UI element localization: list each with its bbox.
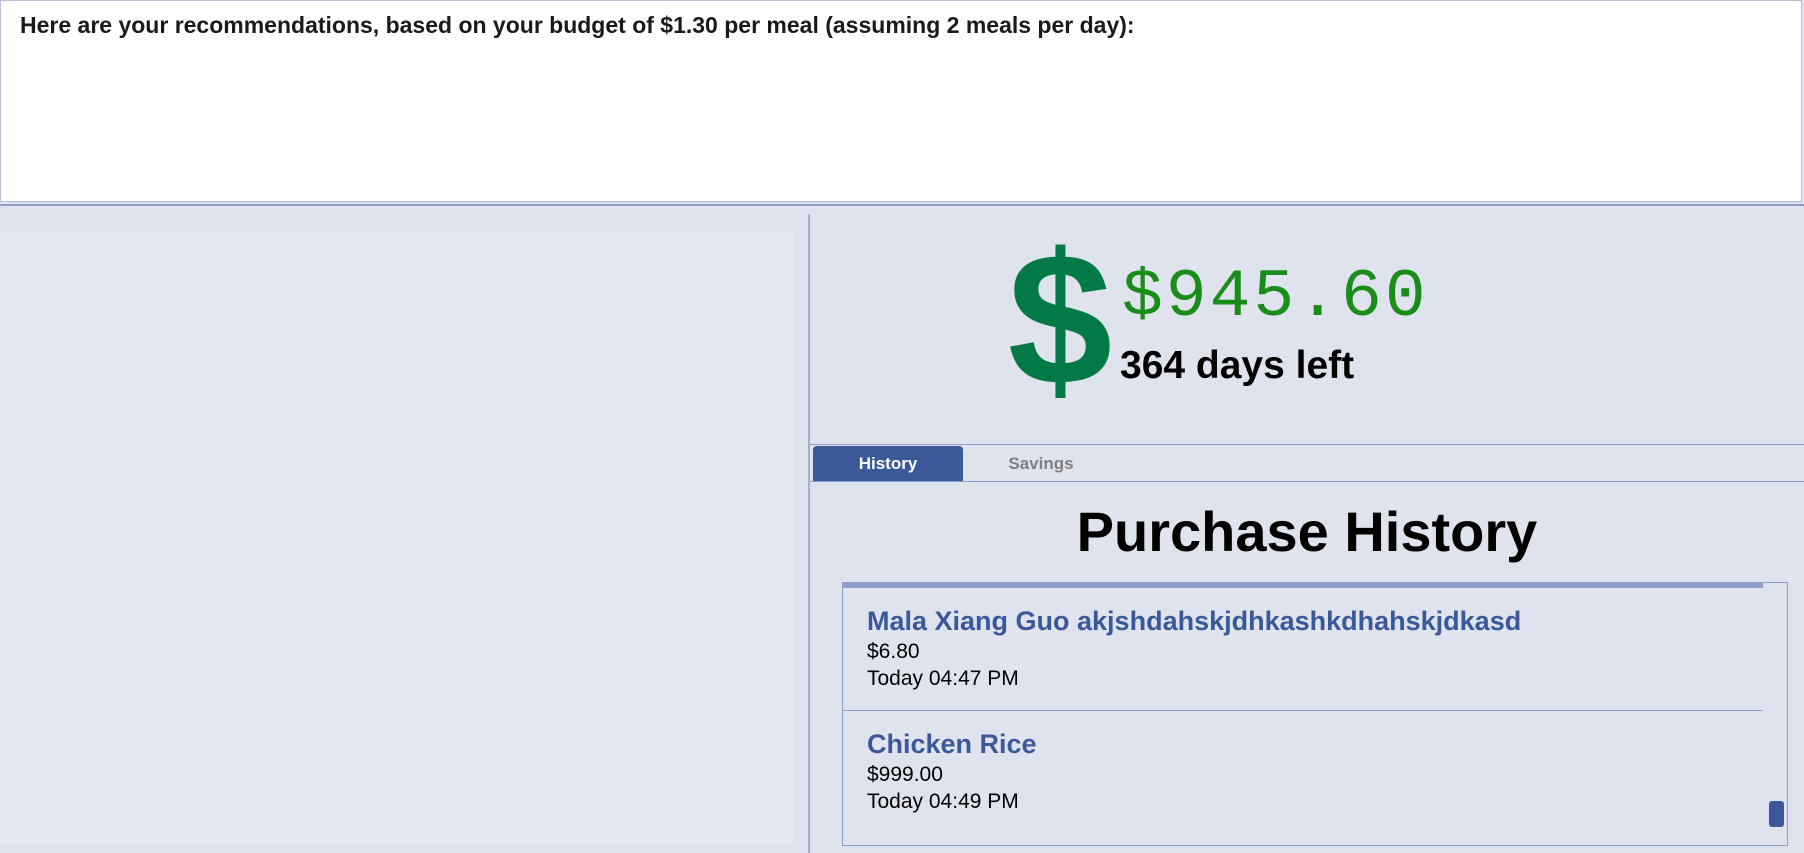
recommendations-panel: Here are your recommendations, based on … <box>0 0 1802 202</box>
splitter-horizontal[interactable] <box>0 204 1804 214</box>
recommendations-canvas <box>0 232 793 844</box>
scrollbar-thumb[interactable] <box>1769 801 1784 827</box>
dollar-icon: $ <box>1007 214 1113 424</box>
tab-history[interactable]: History <box>813 446 963 481</box>
recommendations-text: Here are your recommendations, based on … <box>20 12 1135 38</box>
days-left-label: 364 days left <box>1120 344 1355 387</box>
tab-bar: History Savings <box>810 444 1804 482</box>
balance-amount: $945.60 <box>1122 259 1429 336</box>
scrollbar[interactable] <box>1763 583 1787 845</box>
item-name: Mala Xiang Guo akjshdahskjdhkashkdhahskj… <box>867 606 1522 636</box>
item-name: Chicken Rice <box>867 729 1037 759</box>
list-item[interactable]: Chicken Rice $999.00 Today 04:49 PM <box>843 712 1763 834</box>
item-time: Today 04:49 PM <box>867 790 1019 813</box>
app-window: Here are your recommendations, based on … <box>0 0 1804 853</box>
list-item[interactable]: Mala Xiang Guo akjshdahskjdhkashkdhahskj… <box>843 589 1763 711</box>
purchase-history-list[interactable]: Mala Xiang Guo akjshdahskjdhkashkdhahskj… <box>842 582 1788 846</box>
page-title: Purchase History <box>1076 500 1538 563</box>
left-pane <box>0 214 809 853</box>
item-price: $999.00 <box>867 763 943 786</box>
list-header-bar <box>843 583 1763 588</box>
item-price: $6.80 <box>867 640 920 663</box>
tab-savings[interactable]: Savings <box>966 446 1116 481</box>
right-pane: $ $945.60 364 days left History Savings … <box>810 214 1804 853</box>
item-time: Today 04:47 PM <box>867 667 1019 690</box>
